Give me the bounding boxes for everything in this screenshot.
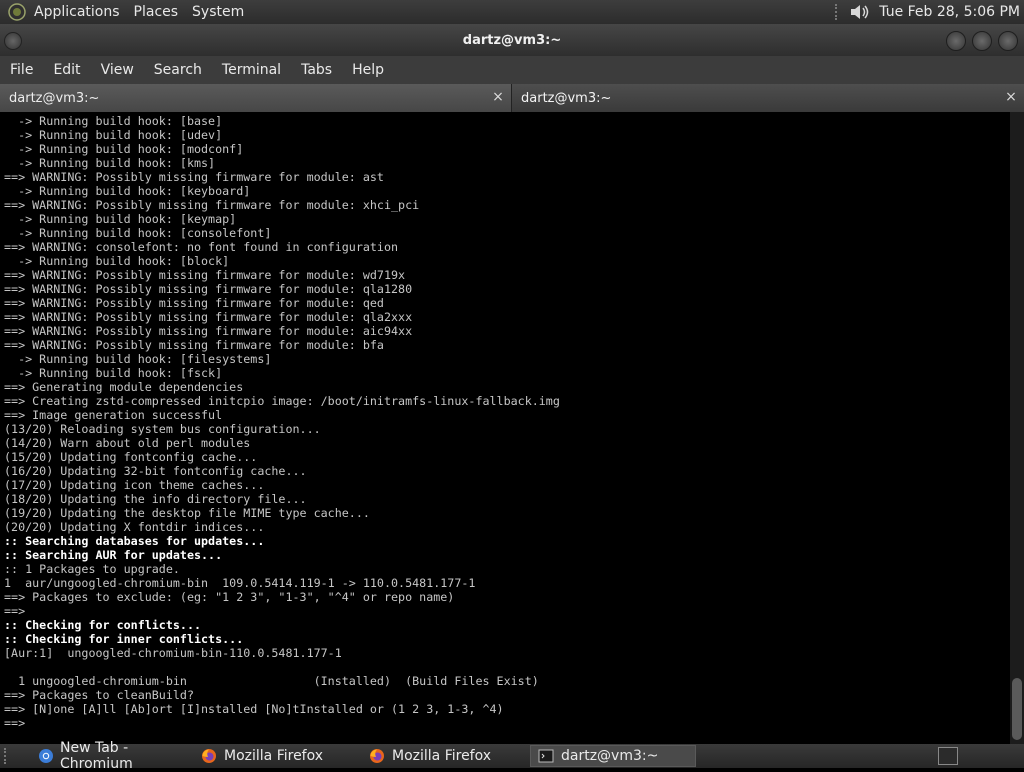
terminal-line: -> Running build hook: [keyboard] [4,184,251,198]
places-menu[interactable]: Places [134,4,179,20]
clock[interactable]: Tue Feb 28, 5:06 PM [879,4,1020,20]
terminal-line: -> Running build hook: [base] [4,114,223,128]
panel-handle [835,4,843,20]
terminal-line: :: Searching AUR for updates... [4,548,223,562]
menu-tabs[interactable]: Tabs [291,62,342,78]
terminal-line: ==> Creating zstd-compressed initcpio im… [4,394,560,408]
tab-1[interactable]: dartz@vm3:~ × [0,84,512,112]
panel-handle [4,748,16,764]
terminal-line: ==> WARNING: Possibly missing firmware f… [4,296,384,310]
terminal-line: ==> WARNING: consolefont: no font found … [4,240,399,254]
terminal-line: -> Running build hook: [filesystems] [4,352,272,366]
volume-icon[interactable] [849,2,871,22]
task-label: dartz@vm3:~ [561,748,659,764]
tab-label: dartz@vm3:~ [9,90,100,106]
terminal-line: ==> WARNING: Possibly missing firmware f… [4,324,413,338]
terminal-line: ==> Packages to cleanBuild? [4,688,194,702]
menu-edit[interactable]: Edit [43,62,90,78]
terminal-line: ==> [N]one [A]ll [Ab]ort [I]nstalled [No… [4,702,504,716]
minimize-button[interactable] [946,31,966,51]
terminal-line: -> Running build hook: [udev] [4,128,223,142]
task-chromium[interactable]: New Tab - Chromium [32,740,194,772]
window-title: dartz@vm3:~ [462,32,562,48]
close-icon[interactable]: × [1004,90,1018,104]
terminal-line: :: Checking for conflicts... [4,618,202,632]
task-firefox-1[interactable]: Mozilla Firefox [194,745,362,767]
terminal-line: ==> [4,604,26,618]
task-firefox-2[interactable]: Mozilla Firefox [362,745,530,767]
task-label: New Tab - Chromium [60,740,133,772]
terminal-line: ==> WARNING: Possibly missing firmware f… [4,282,413,296]
terminal-line: -> Running build hook: [modconf] [4,142,244,156]
terminal-line: ==> WARNING: Possibly missing firmware f… [4,170,384,184]
terminal-line: ==> Packages to exclude: (eg: "1 2 3", "… [4,590,455,604]
terminal-line: ==> WARNING: Possibly missing firmware f… [4,268,406,282]
terminal-line: (18/20) Updating the info directory file… [4,492,307,506]
terminal-scrollbar[interactable] [1010,112,1024,744]
terminal-line: (19/20) Updating the desktop file MIME t… [4,506,370,520]
top-panel: Applications Places System Tue Feb 28, 5… [0,0,1024,24]
terminal-line: ==> WARNING: Possibly missing firmware f… [4,338,384,352]
terminal-line: -> Running build hook: [consolefont] [4,226,272,240]
task-label: Mozilla Firefox [392,748,492,764]
terminal-line: [Aur:1] ungoogled-chromium-bin-110.0.548… [4,646,342,660]
terminal-line: :: Searching databases for updates... [4,534,265,548]
menu-search[interactable]: Search [144,62,212,78]
terminal-line: (15/20) Updating fontconfig cache... [4,450,258,464]
terminal-line: ==> WARNING: Possibly missing firmware f… [4,310,413,324]
firefox-icon [368,747,386,765]
terminal-line: ==> WARNING: Possibly missing firmware f… [4,198,420,212]
terminal-icon [537,747,555,765]
chromium-icon [38,747,54,765]
show-desktop-icon[interactable] [938,747,958,765]
window-menu-icon[interactable] [4,32,22,50]
menu-file[interactable]: File [0,62,43,78]
tab-2[interactable]: dartz@vm3:~ × [512,84,1024,112]
gnome-foot-icon[interactable] [6,1,28,23]
terminal-line: (14/20) Warn about old perl modules [4,436,251,450]
applications-menu[interactable]: Applications [34,4,120,20]
tab-label: dartz@vm3:~ [521,90,612,106]
menu-terminal[interactable]: Terminal [212,62,291,78]
task-label: Mozilla Firefox [224,748,324,764]
terminal-line: :: Checking for inner conflicts... [4,632,244,646]
terminal-line: (16/20) Updating 32-bit fontconfig cache… [4,464,307,478]
close-window-button[interactable] [998,31,1018,51]
terminal-line: :: 1 Packages to upgrade. [4,562,180,576]
close-icon[interactable]: × [491,90,505,104]
terminal-line: (13/20) Reloading system bus configurati… [4,422,321,436]
terminal-line: (17/20) Updating icon theme caches... [4,478,265,492]
menu-help[interactable]: Help [342,62,394,78]
terminal-line: -> Running build hook: [block] [4,254,230,268]
window-titlebar[interactable]: dartz@vm3:~ [0,24,1024,56]
terminal-line: -> Running build hook: [kms] [4,156,216,170]
tab-bar: dartz@vm3:~ × dartz@vm3:~ × [0,84,1024,112]
terminal-output[interactable]: -> Running build hook: [base] -> Running… [0,112,1010,744]
menu-view[interactable]: View [91,62,144,78]
terminal-line: -> Running build hook: [fsck] [4,366,223,380]
maximize-button[interactable] [972,31,992,51]
task-terminal[interactable]: dartz@vm3:~ [530,745,696,767]
terminal-line: ==> Generating module dependencies [4,380,244,394]
terminal-line: 1 ungoogled-chromium-bin (Installed) (Bu… [4,674,539,688]
terminal-line: (20/20) Updating X fontdir indices... [4,520,265,534]
terminal-line: 1 aur/ungoogled-chromium-bin 109.0.5414.… [4,576,476,590]
scrollbar-thumb[interactable] [1012,678,1022,740]
firefox-icon [200,747,218,765]
menubar: File Edit View Search Terminal Tabs Help [0,56,1024,84]
terminal-line: ==> Image generation successful [4,408,223,422]
terminal-line: ==> [4,716,26,730]
terminal-line: -> Running build hook: [keymap] [4,212,237,226]
bottom-taskbar: New Tab - Chromium Mozilla Firefox Mozil… [0,740,1024,772]
system-menu[interactable]: System [192,4,244,20]
